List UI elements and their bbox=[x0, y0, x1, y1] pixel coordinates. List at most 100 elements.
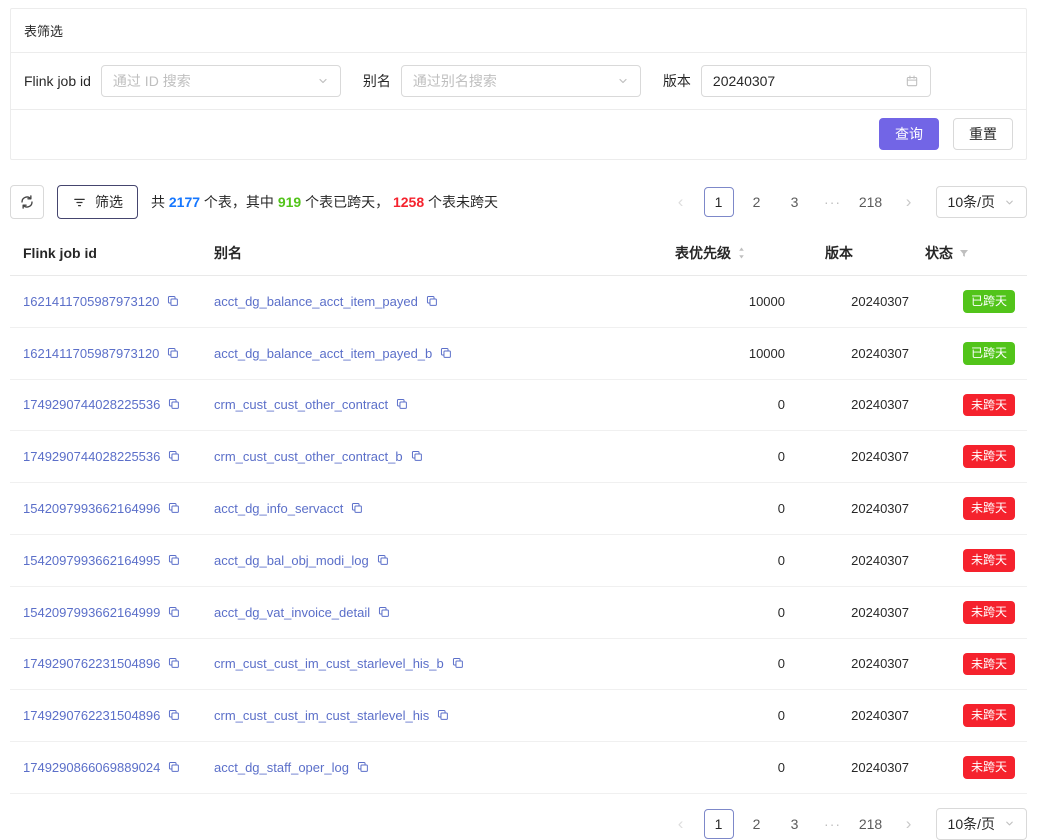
crossed-count: 919 bbox=[278, 194, 301, 210]
status-badge: 未跨天 bbox=[963, 704, 1015, 727]
table-row: 1542097993662164999 acct_dg_vat_invoice_d… bbox=[10, 586, 1027, 638]
job-id-link[interactable]: 1749290762231504896 bbox=[23, 656, 160, 671]
pagination-page[interactable]: 218 bbox=[856, 187, 886, 217]
alias-link[interactable]: acct_dg_bal_obj_modi_log bbox=[214, 553, 369, 568]
flink-job-id-label: Flink job id bbox=[24, 73, 91, 89]
copy-icon[interactable] bbox=[167, 501, 181, 515]
copy-icon[interactable] bbox=[451, 656, 465, 670]
job-id-link[interactable]: 1542097993662164999 bbox=[23, 605, 160, 620]
job-id-link[interactable]: 1749290744028225536 bbox=[23, 449, 160, 464]
filter-fields-row: Flink job id 通过 ID 搜索 别名 通过别名搜索 bbox=[11, 53, 1026, 110]
table-row: 1749290762231504896 crm_cust_cust_im_cust… bbox=[10, 638, 1027, 690]
copy-icon[interactable] bbox=[167, 656, 181, 670]
copy-icon[interactable] bbox=[395, 397, 409, 411]
alias-link[interactable]: acct_dg_staff_oper_log bbox=[214, 760, 349, 775]
copy-icon[interactable] bbox=[377, 605, 391, 619]
version-cell: 20240307 bbox=[817, 638, 917, 690]
alias-link[interactable]: acct_dg_balance_acct_item_payed_b bbox=[214, 346, 432, 361]
priority-cell: 10000 bbox=[667, 276, 817, 328]
alias-cell: acct_dg_balance_acct_item_payed_b bbox=[206, 327, 667, 379]
status-badge: 未跨天 bbox=[963, 601, 1015, 624]
page-size-select[interactable]: 10条/页 bbox=[936, 186, 1027, 218]
copy-icon[interactable] bbox=[166, 346, 180, 360]
job-id-cell: 1542097993662164996 bbox=[10, 483, 206, 535]
copy-icon[interactable] bbox=[425, 294, 439, 308]
pagination-page[interactable]: 1 bbox=[704, 187, 734, 217]
version-cell: 20240307 bbox=[817, 431, 917, 483]
flink-job-id-select[interactable]: 通过 ID 搜索 bbox=[101, 65, 341, 97]
summary-text: 共 2177 个表，其中 919 个表已跨天， 1258 个表未跨天 bbox=[151, 192, 498, 212]
copy-icon[interactable] bbox=[167, 449, 181, 463]
job-id-link[interactable]: 1749290762231504896 bbox=[23, 708, 160, 723]
copy-icon[interactable] bbox=[410, 449, 424, 463]
copy-icon[interactable] bbox=[350, 501, 364, 515]
copy-icon[interactable] bbox=[167, 553, 181, 567]
alias-link[interactable]: crm_cust_cust_im_cust_starlevel_his bbox=[214, 708, 429, 723]
page-size-select[interactable]: 10条/页 bbox=[936, 808, 1027, 840]
pagination-prev-icon[interactable]: ‹ bbox=[666, 187, 696, 217]
alias-cell: acct_dg_staff_oper_log bbox=[206, 742, 667, 794]
pagination-next-icon[interactable]: › bbox=[894, 809, 924, 839]
copy-icon[interactable] bbox=[167, 760, 181, 774]
total-count: 2177 bbox=[169, 194, 200, 210]
job-id-cell: 1749290762231504896 bbox=[10, 690, 206, 742]
version-date-input[interactable]: 20240307 bbox=[701, 65, 931, 97]
version-cell: 20240307 bbox=[817, 742, 917, 794]
filter-button[interactable]: 筛选 bbox=[57, 185, 138, 219]
table-row: 1749290744028225536 crm_cust_cust_other_c… bbox=[10, 431, 1027, 483]
tables-table: Flink job id 别名 表优先级 版本 状态 1621411705987… bbox=[10, 231, 1027, 794]
alias-link[interactable]: acct_dg_vat_invoice_detail bbox=[214, 605, 370, 620]
job-id-link[interactable]: 1749290866069889024 bbox=[23, 760, 160, 775]
pagination-page[interactable]: 218 bbox=[856, 809, 886, 839]
pagination-page[interactable]: 2 bbox=[742, 187, 772, 217]
job-id-link[interactable]: 1542097993662164996 bbox=[23, 501, 160, 516]
copy-icon[interactable] bbox=[166, 294, 180, 308]
alias-link[interactable]: acct_dg_info_servacct bbox=[214, 501, 343, 516]
alias-cell: crm_cust_cust_other_contract_b bbox=[206, 431, 667, 483]
version-cell: 20240307 bbox=[817, 690, 917, 742]
reset-button[interactable]: 重置 bbox=[953, 118, 1013, 150]
copy-icon[interactable] bbox=[356, 760, 370, 774]
status-cell: 未跨天 bbox=[917, 431, 1027, 483]
job-id-link[interactable]: 1621411705987973120 bbox=[23, 346, 159, 361]
alias-label: 别名 bbox=[363, 71, 391, 91]
copy-icon[interactable] bbox=[436, 708, 450, 722]
pagination-page[interactable]: 3 bbox=[780, 187, 810, 217]
pagination-ellipsis[interactable]: ··· bbox=[818, 187, 848, 217]
copy-icon[interactable] bbox=[376, 553, 390, 567]
pagination-prev-icon[interactable]: ‹ bbox=[666, 809, 696, 839]
pagination-page[interactable]: 1 bbox=[704, 809, 734, 839]
pagination: ‹ 123 ··· 218 › bbox=[662, 809, 928, 839]
alias-link[interactable]: acct_dg_balance_acct_item_payed bbox=[214, 294, 418, 309]
version-cell: 20240307 bbox=[817, 534, 917, 586]
copy-icon[interactable] bbox=[439, 346, 453, 360]
pagination-page[interactable]: 3 bbox=[780, 809, 810, 839]
version-cell: 20240307 bbox=[817, 276, 917, 328]
pagination-ellipsis[interactable]: ··· bbox=[818, 809, 848, 839]
refresh-button[interactable] bbox=[10, 185, 44, 219]
filter-funnel-icon[interactable] bbox=[958, 248, 970, 260]
copy-icon[interactable] bbox=[167, 397, 181, 411]
refresh-icon bbox=[19, 194, 35, 210]
alias-select[interactable]: 通过别名搜索 bbox=[401, 65, 641, 97]
alias-link[interactable]: crm_cust_cust_other_contract_b bbox=[214, 449, 403, 464]
summary-part: 个表，其中 bbox=[200, 194, 278, 210]
status-cell: 未跨天 bbox=[917, 483, 1027, 535]
alias-link[interactable]: crm_cust_cust_other_contract bbox=[214, 397, 388, 412]
pagination-page[interactable]: 2 bbox=[742, 809, 772, 839]
job-id-link[interactable]: 1749290744028225536 bbox=[23, 397, 160, 412]
bottom-pagination-bar: ‹ 123 ··· 218 › 10条/页 bbox=[10, 808, 1027, 840]
column-header-job-id: Flink job id bbox=[10, 231, 206, 276]
status-cell: 未跨天 bbox=[917, 586, 1027, 638]
alias-link[interactable]: crm_cust_cust_im_cust_starlevel_his_b bbox=[214, 656, 444, 671]
job-id-cell: 1542097993662164999 bbox=[10, 586, 206, 638]
job-id-link[interactable]: 1542097993662164995 bbox=[23, 553, 160, 568]
copy-icon[interactable] bbox=[167, 605, 181, 619]
copy-icon[interactable] bbox=[167, 708, 181, 722]
filter-button-label: 筛选 bbox=[95, 192, 123, 212]
job-id-link[interactable]: 1621411705987973120 bbox=[23, 294, 159, 309]
query-button[interactable]: 查询 bbox=[879, 118, 939, 150]
column-header-priority: 表优先级 bbox=[667, 231, 817, 276]
pagination-next-icon[interactable]: › bbox=[894, 187, 924, 217]
sort-icon[interactable] bbox=[736, 246, 747, 260]
